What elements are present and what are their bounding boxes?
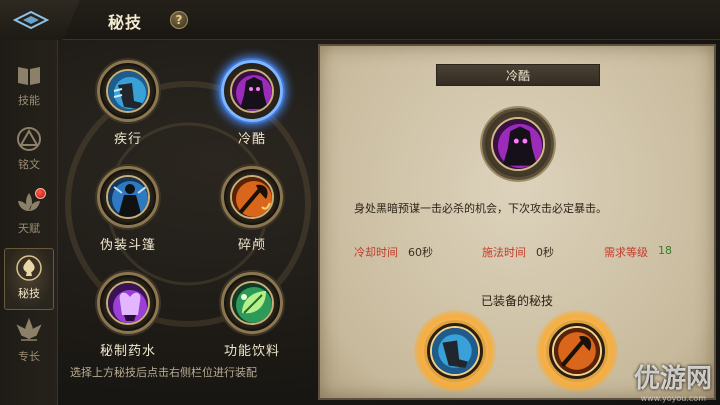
skill-energy-drink[interactable]: 功能饮料	[210, 272, 294, 372]
dash-boot-icon	[430, 326, 480, 376]
stat-label: 施法时间	[482, 246, 526, 259]
top-bar: 秘技 ?	[0, 0, 720, 40]
nav-label: 天赋	[18, 222, 40, 235]
stat-value: 18	[658, 244, 672, 257]
watermark-brand: 优游网	[633, 364, 712, 394]
nav-label: 秘技	[18, 287, 40, 300]
skill-detail-panel: 冷酷 身处黑暗预谋一击必杀的机会，下次攻击必定暴击。 冷却时间 60秒 施法时间…	[318, 44, 716, 400]
skill-skull-crusher[interactable]: 碎颅	[210, 166, 294, 266]
stat-cooldown: 冷却时间 60秒	[354, 244, 433, 260]
stat-value: 60秒	[408, 246, 433, 259]
game-screen: 秘技 ? 技能 铭文 天赋 秘技 专长 疾行 冷酷 伪装斗篷 碎颅 秘制药水 功…	[0, 0, 720, 405]
skill-name: 伪装斗篷	[99, 238, 156, 253]
stat-required-level: 需求等级 18	[604, 244, 672, 260]
nav-label: 技能	[18, 94, 40, 107]
nav-label: 专长	[18, 350, 40, 363]
skill-ruthless[interactable]: 冷酷	[210, 60, 294, 160]
skill-description: 身处黑暗预谋一击必杀的机会，下次攻击必定暴击。	[354, 202, 607, 215]
nav-item-skills[interactable]: 技能	[4, 56, 54, 118]
notification-badge	[35, 188, 46, 199]
side-nav: 技能 铭文 天赋 秘技 专长	[0, 40, 58, 405]
equip-slot-2[interactable]	[536, 310, 618, 392]
stat-label: 冷却时间	[354, 246, 398, 259]
skill-name: 功能饮料	[223, 344, 280, 359]
instruction-hint: 选择上方秘技后点击右侧栏位进行装配	[70, 366, 257, 379]
stat-value: 0秒	[536, 246, 554, 259]
nav-item-secret-skill[interactable]: 秘技	[4, 248, 54, 310]
skill-disguise-cloak[interactable]: 伪装斗篷	[86, 166, 170, 266]
nav-item-talent[interactable]: 天赋	[4, 184, 54, 246]
skill-name: 冷酷	[237, 132, 266, 147]
spade-emblem-icon	[14, 253, 44, 283]
nav-item-inscription[interactable]: 铭文	[4, 120, 54, 182]
rune-triangle-icon	[14, 124, 44, 154]
page-title: 秘技	[108, 13, 143, 32]
back-arrow-icon	[13, 10, 49, 30]
stat-cast-time: 施法时间 0秒	[482, 244, 554, 260]
lotus-emblem-icon	[14, 316, 44, 346]
skill-grid: 疾行 冷酷 伪装斗篷 碎颅 秘制药水 功能饮料	[62, 44, 314, 400]
nav-item-specialty[interactable]: 专长	[4, 312, 54, 374]
dark-shadow-icon	[230, 69, 274, 113]
skill-name: 秘制药水	[99, 344, 156, 359]
equipped-label: 已装备的秘技	[480, 294, 553, 308]
detail-skill-icon	[482, 108, 554, 180]
axe-strike-icon	[230, 175, 274, 219]
dark-shadow-icon	[491, 117, 545, 171]
purple-potion-icon	[106, 281, 150, 325]
back-button[interactable]	[0, 0, 80, 40]
skill-secret-potion[interactable]: 秘制药水	[86, 272, 170, 372]
equip-slot-1[interactable]	[414, 310, 496, 392]
axe-strike-icon	[552, 326, 602, 376]
skill-dash[interactable]: 疾行	[86, 60, 170, 160]
green-leaf-icon	[230, 281, 274, 325]
watermark-url: www.yoyou.com	[640, 394, 706, 403]
stat-label: 需求等级	[604, 246, 648, 259]
detail-title: 冷酷	[436, 64, 600, 86]
help-button[interactable]: ?	[170, 11, 188, 29]
dash-boot-icon	[106, 69, 150, 113]
nav-label: 铭文	[18, 158, 40, 171]
book-icon	[14, 60, 44, 90]
skill-name: 疾行	[113, 132, 142, 147]
cloak-figure-icon	[106, 175, 150, 219]
skill-name: 碎颅	[237, 238, 266, 253]
